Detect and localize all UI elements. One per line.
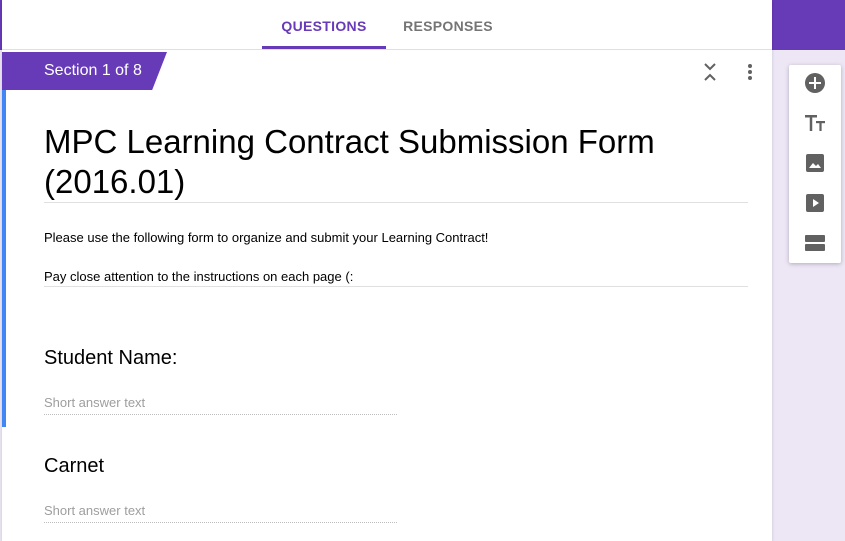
divider [44, 202, 748, 203]
divider [44, 286, 748, 287]
form-description-line[interactable]: Please use the following form to organiz… [44, 230, 488, 245]
form-description-line[interactable]: Pay close attention to the instructions … [44, 269, 353, 284]
short-answer-field: Short answer text [44, 393, 397, 415]
tab-responses[interactable]: RESPONSES [386, 0, 510, 50]
collapse-section-icon[interactable] [700, 60, 720, 84]
add-title-icon[interactable] [803, 111, 827, 135]
section-label: Section 1 of 8 [2, 52, 167, 90]
add-question-icon[interactable] [803, 71, 827, 95]
floating-toolbar [789, 65, 841, 263]
form-title[interactable]: MPC Learning Contract Submission Form (2… [44, 122, 744, 202]
question-title[interactable]: Student Name: [44, 347, 177, 370]
more-options-icon[interactable] [740, 62, 760, 82]
question-title[interactable]: Carnet [44, 455, 104, 478]
form-card: QUESTIONS RESPONSES Section 1 of 8 MPC L… [2, 0, 772, 541]
active-tab-indicator [262, 46, 386, 49]
add-image-icon[interactable] [803, 151, 827, 175]
tab-questions[interactable]: QUESTIONS [262, 0, 386, 50]
focus-accent-bar [2, 90, 6, 427]
add-video-icon[interactable] [803, 191, 827, 215]
short-answer-field: Short answer text [44, 501, 397, 523]
tab-bar: QUESTIONS RESPONSES [2, 0, 772, 50]
section-label-text: Section 1 of 8 [44, 62, 142, 79]
add-section-icon[interactable] [803, 231, 827, 255]
